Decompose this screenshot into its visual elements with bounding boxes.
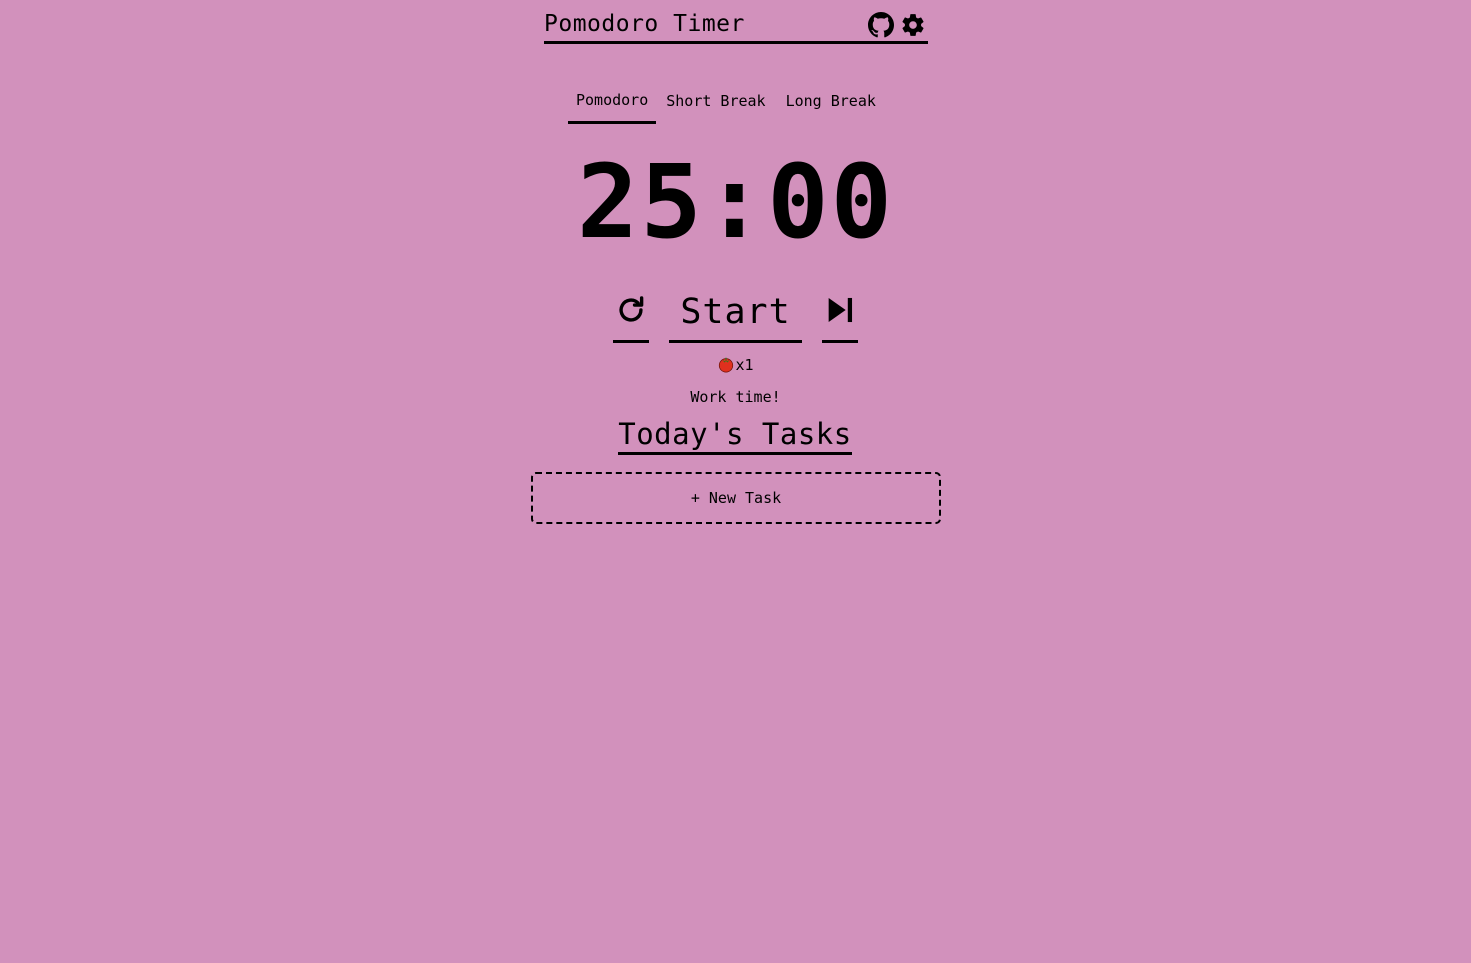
session-count-value: x1 bbox=[735, 356, 754, 374]
app-header: Pomodoro Timer bbox=[544, 8, 928, 44]
session-count: x1 bbox=[0, 354, 1471, 376]
app-title: Pomodoro Timer bbox=[544, 11, 745, 37]
skip-button[interactable] bbox=[822, 284, 858, 343]
pomodoro-app: Pomodoro Timer Pomodoro Short Break Long… bbox=[0, 0, 1471, 963]
timer-display: 25:00 bbox=[576, 143, 895, 262]
tab-pomodoro[interactable]: Pomodoro bbox=[568, 86, 657, 124]
start-button[interactable]: Start bbox=[669, 284, 802, 343]
tomato-icon bbox=[717, 355, 735, 373]
tab-long-break[interactable]: Long Break bbox=[778, 86, 884, 120]
header-icons bbox=[868, 11, 928, 38]
timer-controls: Start bbox=[613, 284, 859, 344]
github-icon[interactable] bbox=[868, 11, 894, 38]
new-task-button[interactable]: + New Task bbox=[531, 472, 941, 524]
tasks-title: Today's Tasks bbox=[618, 416, 852, 455]
skip-icon bbox=[823, 293, 857, 331]
session-status: Work time! bbox=[690, 388, 781, 406]
gear-icon[interactable] bbox=[900, 12, 926, 38]
reset-button[interactable] bbox=[613, 284, 649, 343]
tab-short-break[interactable]: Short Break bbox=[658, 86, 773, 120]
mode-tabs: Pomodoro Short Break Long Break bbox=[568, 86, 884, 126]
reset-icon bbox=[614, 293, 648, 331]
